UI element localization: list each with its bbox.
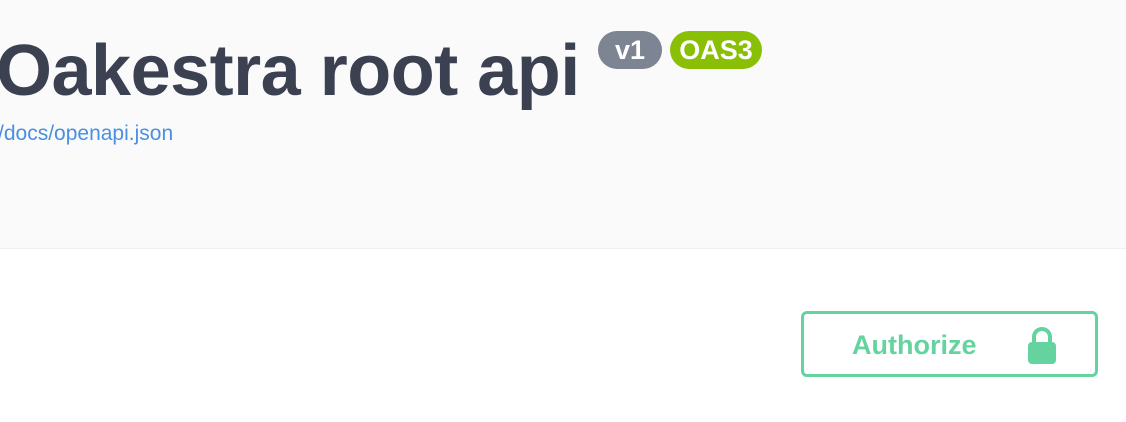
oas-version-badge: OAS3 bbox=[670, 31, 762, 69]
version-badge: v1 bbox=[598, 31, 662, 69]
openapi-spec-link[interactable]: /docs/openapi.json bbox=[0, 122, 173, 146]
authorize-button[interactable]: Authorize bbox=[801, 311, 1098, 377]
authorize-label: Authorize bbox=[852, 330, 977, 360]
api-title: Oakestra root api bbox=[0, 31, 580, 111]
lock-icon bbox=[1028, 327, 1056, 364]
api-info-section: Oakestra root api v1 OAS3 /docs/openapi.… bbox=[0, 0, 1126, 249]
